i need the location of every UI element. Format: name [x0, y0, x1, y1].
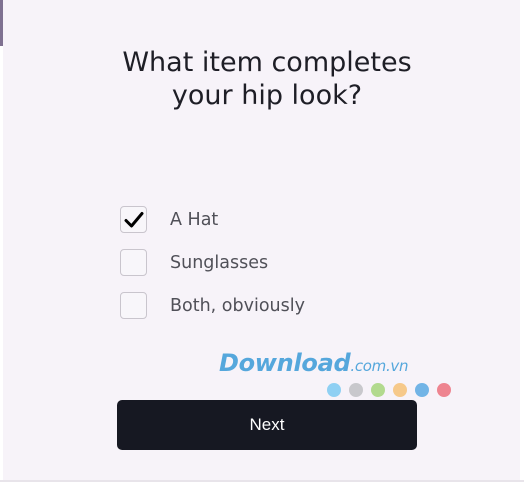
option-label: Sunglasses	[170, 253, 269, 273]
question-line-2: your hip look?	[171, 80, 363, 111]
option-label: A Hat	[170, 210, 219, 230]
watermark-dot	[437, 383, 451, 397]
checkmark-icon	[124, 212, 144, 228]
left-edge-accent	[0, 0, 3, 46]
checkbox-both[interactable]	[120, 292, 147, 319]
question-title: What item completes your hip look?	[0, 46, 524, 112]
next-button[interactable]: Next	[117, 400, 417, 450]
option-label: Both, obviously	[170, 296, 305, 316]
watermark: Download.com.vn	[219, 349, 459, 403]
watermark-text: Download.com.vn	[219, 349, 409, 377]
watermark-dot	[349, 383, 363, 397]
question-line-1: What item completes	[122, 47, 412, 78]
watermark-dot	[415, 383, 429, 397]
watermark-dot	[393, 383, 407, 397]
watermark-dot	[371, 383, 385, 397]
watermark-dot	[327, 383, 341, 397]
watermark-brand: Download	[219, 349, 351, 377]
watermark-suffix: .com.vn	[350, 357, 409, 375]
checkbox-sunglasses[interactable]	[120, 249, 147, 276]
checkbox-a-hat[interactable]	[120, 206, 147, 233]
